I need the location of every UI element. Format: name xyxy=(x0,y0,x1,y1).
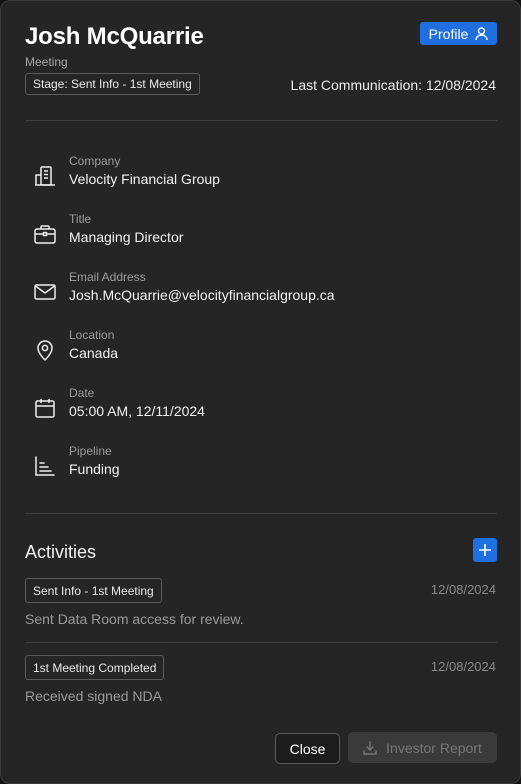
profile-button[interactable]: Profile xyxy=(420,22,497,45)
add-activity-button[interactable] xyxy=(473,538,497,562)
contact-name: Josh McQuarrie xyxy=(25,23,204,50)
mail-icon xyxy=(33,280,57,304)
activity-stage-badge: Sent Info - 1st Meeting xyxy=(25,578,162,603)
field-value: Managing Director xyxy=(69,229,184,245)
investor-report-button[interactable]: Investor Report xyxy=(348,732,497,763)
field-value: Josh.McQuarrie@velocityfinancialgroup.ca xyxy=(69,287,335,303)
field-label: Pipeline xyxy=(69,444,112,458)
pipeline-chart-icon xyxy=(33,454,57,478)
activity-date: 12/08/2024 xyxy=(430,659,496,674)
contact-subtitle: Meeting xyxy=(25,55,68,69)
field-email: Email Address Josh.McQuarrie@velocityfin… xyxy=(33,270,503,316)
investor-report-label: Investor Report xyxy=(386,739,482,756)
activity-description: Sent Data Room access for review. xyxy=(25,611,244,627)
field-label: Email Address xyxy=(69,270,146,284)
field-label: Location xyxy=(69,328,115,342)
activity-stage-badge: 1st Meeting Completed xyxy=(25,655,165,680)
last-communication: Last Communication: 12/08/2024 xyxy=(290,77,496,93)
field-label: Date xyxy=(69,386,95,400)
profile-button-label: Profile xyxy=(428,25,469,42)
download-icon xyxy=(363,740,377,755)
fields-divider xyxy=(25,513,497,514)
briefcase-icon xyxy=(33,222,57,246)
plus-icon xyxy=(479,544,491,556)
user-icon xyxy=(475,26,489,41)
activity-date: 12/08/2024 xyxy=(430,582,496,597)
contact-detail-card: Josh McQuarrie Meeting Profile Stage: Se… xyxy=(0,0,521,784)
field-date: Date 05:00 AM, 12/11/2024 xyxy=(33,386,503,432)
field-location: Location Canada xyxy=(33,328,503,374)
field-title: Title Managing Director xyxy=(33,212,503,258)
activity-divider xyxy=(25,642,497,643)
field-value: Velocity Financial Group xyxy=(69,171,220,187)
map-pin-icon xyxy=(33,338,57,362)
field-company: Company Velocity Financial Group xyxy=(33,154,503,200)
field-label: Title xyxy=(69,212,92,226)
building-icon xyxy=(33,164,57,188)
stage-badge: Stage: Sent Info - 1st Meeting xyxy=(25,73,200,95)
activity-description: Received signed NDA xyxy=(25,688,162,704)
calendar-icon xyxy=(33,396,57,420)
header-divider xyxy=(25,120,497,121)
close-button[interactable]: Close xyxy=(275,733,340,764)
field-value: 05:00 AM, 12/11/2024 xyxy=(69,403,205,419)
field-value: Funding xyxy=(69,461,120,477)
field-value: Canada xyxy=(69,345,119,361)
field-label: Company xyxy=(69,154,121,168)
activities-title: Activities xyxy=(25,542,97,562)
field-pipeline: Pipeline Funding xyxy=(33,444,503,490)
